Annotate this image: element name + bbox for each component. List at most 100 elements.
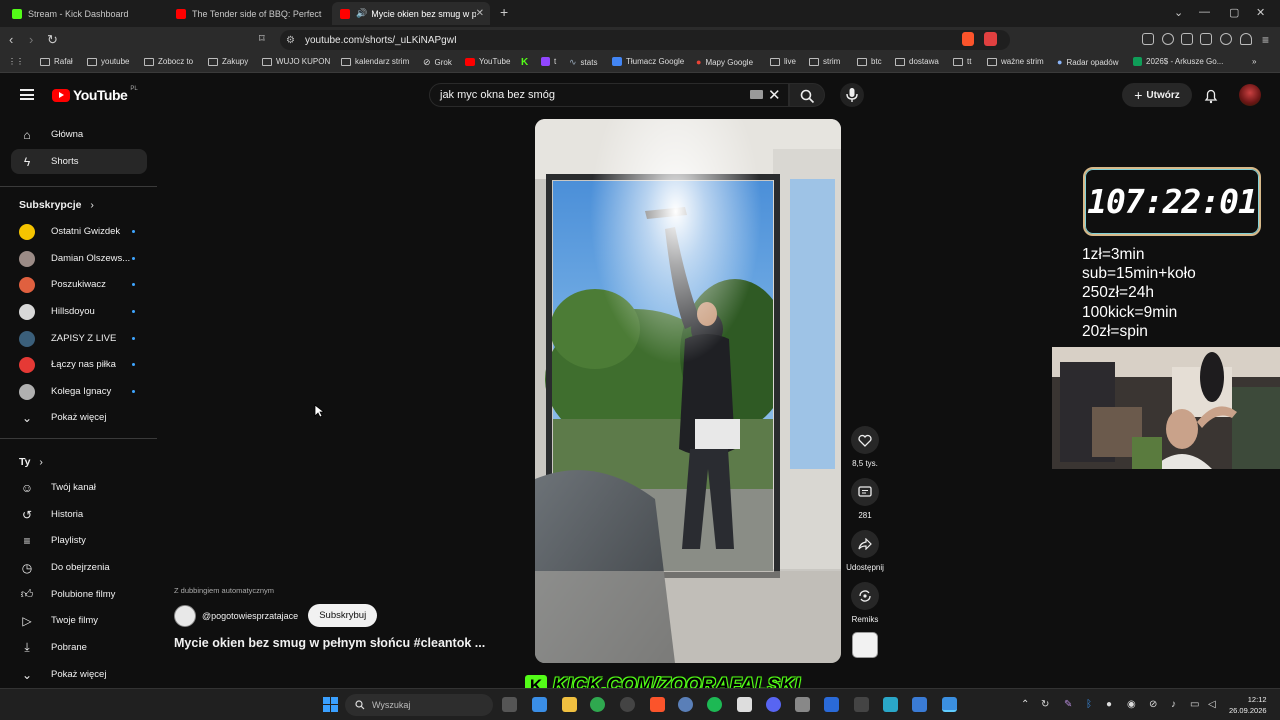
account-avatar[interactable] — [1239, 84, 1261, 106]
bookmark-item[interactable]: tt — [953, 57, 971, 66]
search-input[interactable]: jak myc okna bez smóg — [429, 83, 789, 107]
brave-rewards-icon[interactable] — [984, 32, 997, 46]
extensions-icon[interactable] — [1142, 33, 1154, 45]
channel-avatar[interactable] — [174, 604, 196, 627]
bookmark-item[interactable]: ważne strim — [987, 57, 1044, 66]
bookmark-item[interactable]: ⊘ Grok — [423, 57, 452, 68]
bookmark-item[interactable]: Zakupy — [208, 57, 248, 66]
tray-app-icon[interactable]: ◉ — [1127, 699, 1136, 710]
bookmark-item[interactable]: ∿ stats — [569, 57, 597, 68]
tab-list-chevron-icon[interactable]: ⌄ — [1174, 6, 1183, 19]
bookmark-item[interactable]: K — [521, 57, 528, 68]
app-icon[interactable] — [678, 697, 693, 712]
bookmark-item[interactable]: Rafał — [40, 57, 73, 66]
bluetooth-icon[interactable]: ᛒ — [1086, 699, 1092, 710]
bookmark-item[interactable]: ● Radar opadów — [1057, 57, 1118, 67]
tray-app-icon[interactable]: ↻ — [1041, 699, 1049, 710]
sidebar-item-subscription[interactable]: Hillsdoyou — [11, 299, 147, 324]
search-button[interactable] — [789, 83, 825, 107]
short-title[interactable]: Mycie okien bez smug w pełnym słońcu #cl… — [174, 636, 485, 650]
back-icon[interactable]: ‹ — [9, 32, 13, 47]
comments-action[interactable]: 281 — [845, 478, 885, 520]
wallet-icon[interactable] — [1200, 33, 1212, 45]
microphone-tray-icon[interactable]: ♪ — [1171, 699, 1176, 710]
sidebar-item-your-channel[interactable]: ☺ Twój kanał — [11, 475, 147, 500]
bookmark-item[interactable]: Tłumacz Google — [612, 57, 684, 66]
browser-tab-kick[interactable]: Stream - Kick Dashboard — [4, 2, 166, 25]
chrome-icon[interactable] — [590, 697, 605, 712]
bookmark-icon[interactable]: ⌑ — [259, 32, 265, 45]
sidebar-item-subscription[interactable]: Łączy nas piłka — [11, 352, 147, 377]
create-button[interactable]: + Utwórz — [1122, 83, 1192, 107]
close-window-button[interactable]: ✕ — [1256, 6, 1265, 19]
close-tab-icon[interactable]: ✕ — [476, 8, 484, 19]
apps-grid-icon[interactable]: ⋮⋮ — [8, 57, 24, 66]
remix-button[interactable] — [851, 582, 879, 610]
sidebar-item-shorts[interactable]: ϟ Shorts — [11, 149, 147, 174]
sidebar-item-subscription[interactable]: Poszukiwacz — [11, 272, 147, 297]
discord-icon[interactable] — [766, 697, 781, 712]
bookmark-item[interactable]: YouTube — [465, 57, 510, 66]
tray-app-icon[interactable]: ✎ — [1064, 699, 1072, 710]
bookmark-item[interactable]: strim — [809, 57, 840, 66]
site-info-icon[interactable]: ⚙ — [286, 35, 295, 46]
sidebar-item-history[interactable]: ↺ Historia — [11, 502, 147, 527]
bookmark-item[interactable]: ● Mapy Google — [696, 57, 753, 67]
sidebar-item-show-more[interactable]: ⌄ Pokaż więcej — [11, 662, 147, 687]
bookmark-item[interactable]: live — [770, 57, 796, 66]
like-button[interactable] — [851, 426, 879, 454]
keyboard-icon[interactable] — [750, 90, 763, 99]
sidebar-icon[interactable] — [1181, 33, 1193, 45]
app-icon[interactable] — [737, 697, 752, 712]
app-icon[interactable] — [824, 697, 839, 712]
widgets-icon[interactable] — [532, 697, 547, 712]
share-action[interactable]: Udostępnij — [845, 530, 885, 572]
sidebar-item-playlists[interactable]: ≡ Playlisty — [11, 528, 147, 553]
minimize-button[interactable]: — — [1199, 6, 1210, 18]
task-view-icon[interactable] — [502, 697, 517, 712]
notifications-bell-icon[interactable] — [1203, 88, 1219, 109]
media-icon[interactable] — [1162, 33, 1174, 45]
like-action[interactable]: 8,5 tys. — [845, 426, 885, 468]
bookmark-item[interactable]: btc — [857, 57, 882, 66]
bookmark-item[interactable]: Zobocz to — [144, 57, 193, 66]
channel-handle[interactable]: @pogotowiesprzatajace — [202, 611, 298, 621]
sidebar-item-watch-later[interactable]: ◷ Do obejrzenia — [11, 555, 147, 580]
comments-button[interactable] — [851, 478, 879, 506]
sidebar-item-subscription[interactable]: ZAPISY Z LIVE — [11, 326, 147, 351]
tray-overflow-icon[interactable]: ⌃ — [1021, 699, 1029, 710]
share-button[interactable] — [851, 530, 879, 558]
subscriptions-header[interactable]: Subskrypcje › — [19, 199, 94, 211]
sidebar-item-downloads[interactable]: ⤓ Pobrane — [11, 635, 147, 660]
tray-app-icon[interactable]: ⊘ — [1149, 699, 1157, 710]
app-icon[interactable] — [854, 697, 869, 712]
calculator-icon[interactable] — [795, 697, 810, 712]
taskbar-search-input[interactable]: Wyszukaj — [345, 694, 493, 716]
new-tab-button[interactable]: + — [500, 4, 508, 20]
you-header[interactable]: Ty › — [19, 456, 43, 468]
brave-shield-icon[interactable] — [962, 32, 974, 46]
bookmark-item[interactable]: t — [541, 57, 556, 66]
sidebar-item-subscription[interactable]: Ostatni Gwizdek — [11, 219, 147, 244]
bookmark-item[interactable]: 2026$ - Arkusze Go... — [1133, 57, 1223, 66]
spotify-icon[interactable] — [707, 697, 722, 712]
volume-icon[interactable]: ◁ — [1208, 699, 1216, 710]
maximize-button[interactable]: ▢ — [1229, 6, 1239, 19]
file-explorer-icon[interactable] — [562, 697, 577, 712]
app-icon[interactable] — [912, 697, 927, 712]
obs-icon[interactable] — [620, 697, 635, 712]
voice-search-button[interactable] — [840, 83, 864, 107]
sidebar-item-show-more[interactable]: ⌄ Pokaż więcej — [11, 405, 147, 430]
url-bar[interactable]: ⚙ youtube.com/shorts/_uLKiNAPgwI — [280, 30, 1010, 50]
tray-app-icon[interactable]: ● — [1106, 699, 1112, 710]
reload-icon[interactable]: ↻ — [47, 32, 58, 48]
taskbar-clock[interactable]: 12:12 26.09.2026 — [1229, 694, 1267, 716]
bookmark-item[interactable]: dostawa — [895, 57, 939, 66]
subscribe-button[interactable]: Subskrybuj — [308, 604, 378, 627]
browser-tab-active[interactable]: 🔊 Mycie okien bez smug w pełn ✕ — [332, 2, 490, 25]
youtube-logo[interactable]: YouTube PL — [52, 86, 138, 103]
sound-thumbnail[interactable] — [852, 632, 878, 658]
network-icon[interactable]: ▭ — [1190, 699, 1199, 710]
browser-tab-bbq[interactable]: The Tender side of BBQ: Perfectly Sli — [168, 2, 330, 25]
sidebar-item-subscription[interactable]: Kolega Ignacy — [11, 379, 147, 404]
